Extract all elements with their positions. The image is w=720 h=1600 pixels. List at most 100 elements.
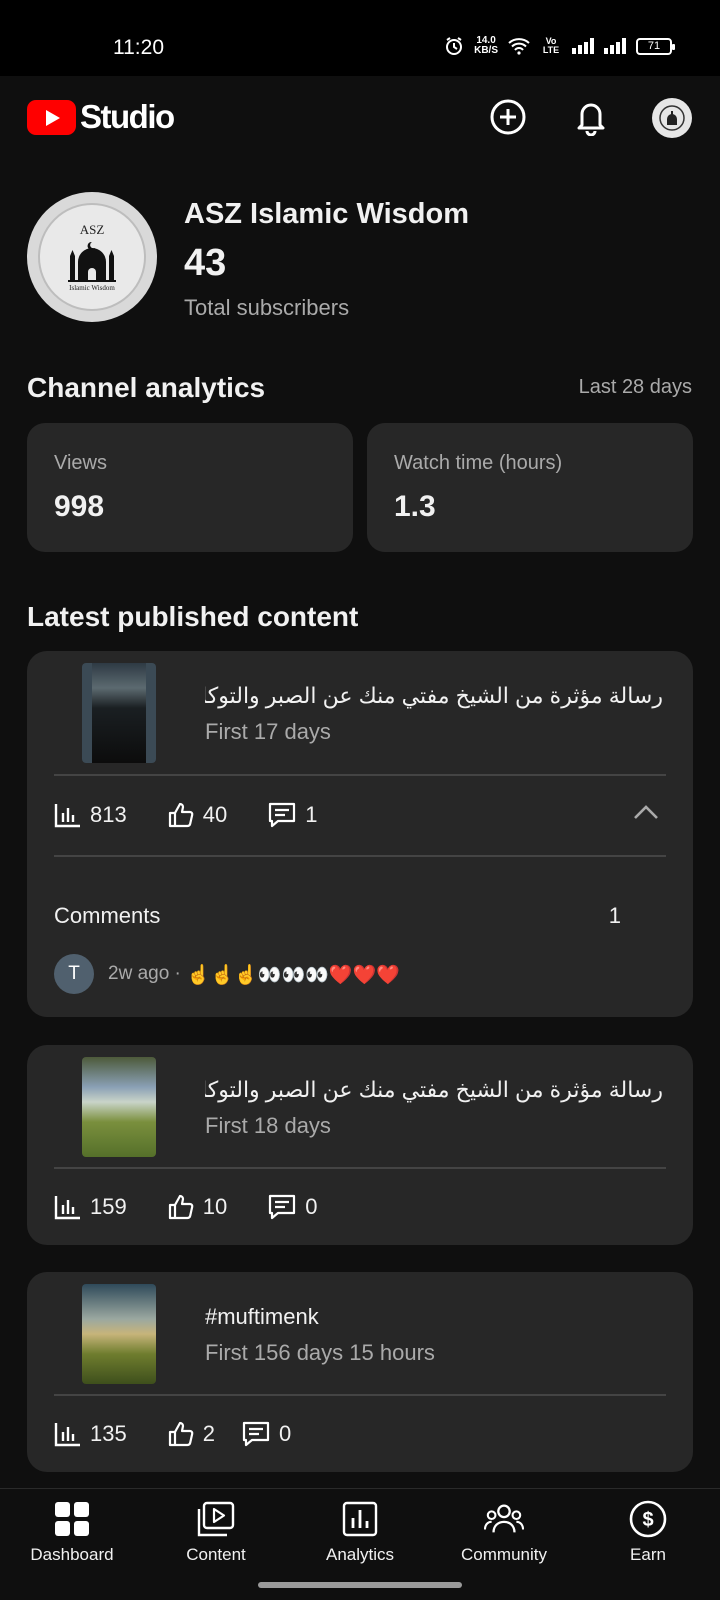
video-title: رسالة مؤثرة من الشيخ مفتي منك عن الصبر و…	[205, 1077, 663, 1102]
collapse-button[interactable]	[633, 803, 659, 826]
nav-earn[interactable]: $ Earn	[583, 1499, 713, 1565]
video-thumbnail[interactable]	[82, 1057, 156, 1157]
analytics-icon	[340, 1499, 380, 1539]
status-icons: 14.0 KB/S Vo LTE 71	[444, 35, 675, 56]
youtube-studio-logo[interactable]: Studio	[27, 98, 175, 136]
home-indicator[interactable]	[258, 1582, 462, 1588]
signal-icon	[572, 38, 594, 54]
views-stat: 135	[54, 1421, 127, 1447]
views-count: 135	[90, 1421, 127, 1446]
metric-label: Views	[54, 452, 107, 474]
nav-label: Analytics	[325, 1545, 395, 1564]
nav-label: Dashboard	[30, 1545, 114, 1564]
create-button[interactable]	[487, 96, 529, 138]
mosque-icon	[68, 241, 116, 282]
status-time: 11:20	[113, 36, 164, 59]
channel-name: ASZ Islamic Wisdom	[184, 198, 469, 230]
comments-heading: Comments	[54, 903, 161, 928]
battery-level: 71	[647, 40, 661, 52]
divider	[54, 1167, 666, 1169]
community-icon	[484, 1499, 524, 1539]
notifications-button[interactable]	[570, 96, 612, 138]
account-avatar[interactable]	[652, 98, 692, 138]
comment-text: ☝️☝️☝️👀👀👀❤️❤️❤️	[186, 963, 400, 986]
analytics-period: Last 28 days	[578, 376, 692, 398]
comments-stat: 1	[267, 801, 317, 829]
thumbs-up-icon	[168, 1421, 194, 1447]
nav-analytics[interactable]: Analytics	[295, 1499, 425, 1565]
dashboard-icon	[52, 1499, 92, 1539]
comments-count: 0	[278, 1421, 292, 1446]
likes-count: 10	[202, 1194, 228, 1219]
bar-chart-icon	[54, 1196, 80, 1220]
earn-icon: $	[628, 1499, 668, 1539]
views-count: 159	[90, 1194, 127, 1219]
add-circle-icon	[490, 99, 526, 135]
comment-time: 2w ago ·	[108, 963, 181, 984]
nav-community[interactable]: Community	[439, 1499, 569, 1565]
signal-icon-2	[604, 38, 626, 54]
views-stat: 813	[54, 802, 127, 828]
divider	[54, 774, 666, 776]
bell-icon	[577, 103, 605, 136]
video-period: First 156 days 15 hours	[205, 1340, 435, 1365]
wifi-icon	[508, 38, 530, 55]
thumbs-up-icon	[168, 1194, 194, 1220]
video-stats: 159 10 0	[54, 1193, 357, 1221]
channel-logo-subtext: Islamic Wisdom	[69, 284, 115, 292]
comments-stat: 0	[267, 1193, 317, 1221]
comments-stat: 0	[241, 1420, 291, 1448]
app-bar: Studio	[0, 76, 720, 158]
network-speed: 14.0 KB/S	[474, 35, 498, 56]
nav-dashboard[interactable]: Dashboard	[7, 1499, 137, 1565]
channel-logo-text: ASZ	[79, 222, 105, 237]
views-count: 813	[90, 802, 127, 827]
comment-icon	[242, 1421, 270, 1447]
likes-stat: 10	[167, 1193, 227, 1221]
thumbs-up-icon	[168, 802, 194, 828]
content-card[interactable]: رسالة مؤثرة من الشيخ مفتي منك عن الصبر و…	[27, 1045, 693, 1245]
content-card[interactable]: رسالة مؤثرة من الشيخ مفتي منك عن الصبر و…	[27, 651, 693, 1017]
battery-icon: 71	[636, 37, 675, 55]
video-stats: 813 40 1	[54, 801, 357, 829]
views-stat: 159	[54, 1194, 127, 1220]
comment-icon	[269, 802, 296, 828]
comments-count: 1	[305, 802, 318, 827]
likes-stat: 2	[167, 1420, 215, 1448]
alarm-icon	[446, 37, 463, 55]
video-thumbnail[interactable]	[82, 663, 156, 763]
bar-chart-icon	[54, 1423, 80, 1447]
mosque-logo-icon	[659, 105, 685, 131]
nav-label: Community	[461, 1545, 547, 1564]
analytics-title: Channel analytics	[27, 372, 266, 403]
content-card[interactable]: #muftimenk First 156 days 15 hours 135 2…	[27, 1272, 693, 1472]
subscriber-count: 43	[184, 242, 227, 284]
watch-time-card[interactable]: Watch time (hours) 1.3	[367, 423, 693, 552]
views-card[interactable]: Views 998	[27, 423, 353, 552]
volte-label: Vo LTE	[542, 36, 560, 55]
comments-total: 1	[608, 903, 621, 928]
comment-item[interactable]: T 2w ago · ☝️☝️☝️👀👀👀❤️❤️❤️	[54, 954, 400, 994]
comment-icon	[269, 1194, 296, 1220]
latest-content-title: Latest published content	[27, 601, 359, 632]
subscriber-label: Total subscribers	[184, 295, 350, 320]
video-title: #muftimenk	[205, 1304, 319, 1329]
divider	[54, 1394, 666, 1396]
chevron-up-icon	[634, 805, 658, 819]
channel-avatar[interactable]: ASZ Islamic Wisdom	[27, 192, 157, 322]
youtube-play-icon	[27, 99, 76, 135]
likes-count: 2	[202, 1421, 215, 1446]
status-bar: 11:20 14.0 KB/S Vo LTE 71	[0, 0, 720, 76]
channel-logo: ASZ Islamic Wisdom	[38, 203, 146, 311]
bar-chart-icon	[54, 804, 80, 828]
app-name: Studio	[80, 98, 175, 135]
comments-count: 0	[305, 1194, 318, 1219]
video-period: First 17 days	[205, 719, 331, 744]
video-stats: 135 2 0	[54, 1420, 331, 1448]
commenter-avatar: T	[54, 954, 94, 994]
video-thumbnail[interactable]	[82, 1284, 156, 1384]
nav-label: Earn	[630, 1545, 666, 1564]
video-period: First 18 days	[205, 1113, 331, 1138]
likes-count: 40	[202, 802, 228, 827]
nav-content[interactable]: Content	[151, 1499, 281, 1565]
